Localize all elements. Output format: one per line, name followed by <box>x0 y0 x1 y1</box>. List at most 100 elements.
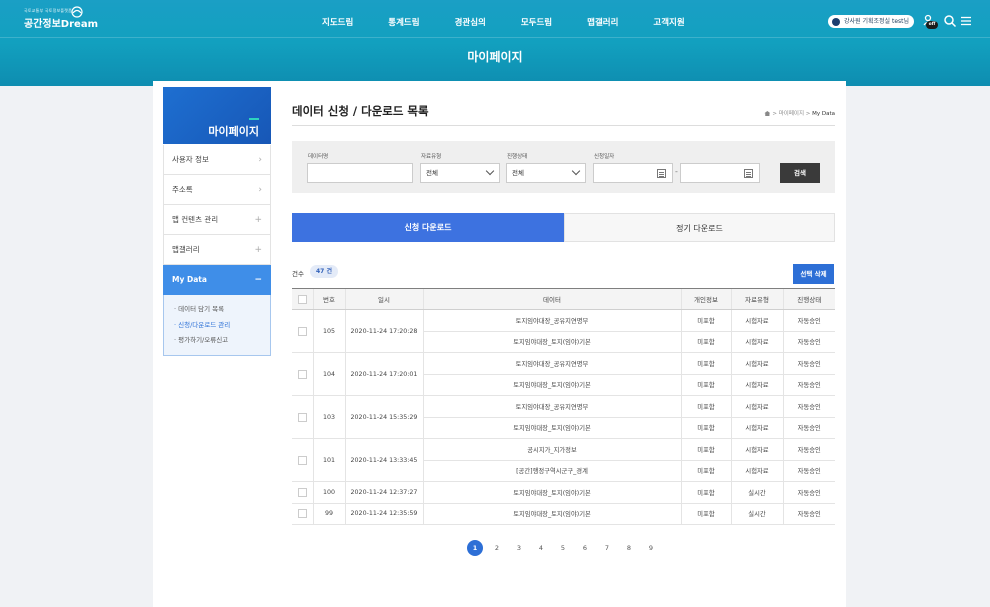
table-row[interactable]: 105 2020-11-24 17:20:28 토지임야대장_공유지연명부 미포함 시험… <box>292 309 835 353</box>
nav-gallery[interactable]: 맵갤러리 <box>587 16 618 28</box>
row-datetime: 2020-11-24 12:35:59 <box>344 503 424 525</box>
col-type[interactable]: 자료유형 <box>730 288 783 310</box>
row-datetime: 2020-11-24 17:20:01 <box>344 352 424 396</box>
row-type: 시험자료 <box>730 417 783 439</box>
search-button[interactable]: 검색 <box>780 163 820 183</box>
date-end-input[interactable] <box>680 163 760 183</box>
sidebar-accent <box>249 118 259 120</box>
content-title: 데이터 신청 / 다운로드 목록 <box>292 104 429 118</box>
nav-landscape[interactable]: 경관심의 <box>455 16 486 28</box>
data-name-input[interactable] <box>307 163 413 183</box>
row-number: 104 <box>312 352 345 396</box>
col-status[interactable]: 진행상태 <box>782 288 835 310</box>
page-link[interactable]: 1 <box>467 540 483 556</box>
table-body: 105 2020-11-24 17:20:28 토지임야대장_공유지연명부 미포함 시험… <box>292 309 835 525</box>
sidebar-submenu: · 데이터 담기 목록 · 신청/다운로드 관리 · 평가하기/오류신고 <box>163 295 271 356</box>
calendar-icon[interactable] <box>657 169 666 178</box>
site-logo[interactable]: 국토교통부 국토정보플랫폼 공간정보Dream <box>24 6 98 30</box>
nav-all[interactable]: 모두드림 <box>521 16 552 28</box>
row-checkbox[interactable] <box>297 455 307 465</box>
nav-stats[interactable]: 통계드림 <box>388 16 419 28</box>
row-data-name: 토지임야대장_공유지연명부 <box>423 352 681 375</box>
table-row[interactable]: 99 2020-11-24 12:35:59 토지임야대장_토지(임야)기본 미포함 실… <box>292 503 835 525</box>
row-checkbox[interactable] <box>297 326 307 336</box>
page-link[interactable]: 9 <box>643 540 659 556</box>
type-select[interactable]: 전체 <box>420 163 500 183</box>
row-checkbox[interactable] <box>297 369 307 379</box>
row-checkbox[interactable] <box>297 509 307 519</box>
table-row[interactable]: 100 2020-11-24 12:37:27 토지임야대장_토지(임야)기본 미포함… <box>292 481 835 504</box>
home-icon[interactable] <box>764 111 771 116</box>
row-privacy: 미포함 <box>680 395 731 418</box>
date-start-input[interactable] <box>593 163 673 183</box>
row-status: 자동승인 <box>782 503 835 525</box>
nav-map[interactable]: 지도드림 <box>322 16 353 28</box>
type-select-value: 전체 <box>426 169 438 177</box>
breadcrumb: > 마이페이지 > My Data <box>764 109 835 117</box>
sidebar-item-my-data[interactable]: My Data − <box>163 265 271 295</box>
sidebar-item-user-info[interactable]: 사용자 정보 › <box>163 145 271 175</box>
row-datetime: 2020-11-24 15:35:29 <box>344 395 424 439</box>
table-row[interactable]: 104 2020-11-24 17:20:01 토지임야대장_공유지연명부 미포함 시험… <box>292 352 835 396</box>
count-label: 건수 <box>292 270 304 278</box>
page-link[interactable]: 4 <box>533 540 549 556</box>
menu-icon[interactable] <box>959 14 973 28</box>
user-button[interactable]: 강사원 기획조정실 test님 <box>828 15 915 28</box>
sidebar-subitem-cart[interactable]: · 데이터 담기 목록 <box>174 302 270 318</box>
col-privacy[interactable]: 개인정보 <box>680 288 731 310</box>
row-number: 105 <box>312 309 345 353</box>
status-select-value: 전체 <box>512 169 524 177</box>
plus-icon: + <box>254 245 262 255</box>
chevron-right-icon: › <box>258 185 262 195</box>
row-datetime: 2020-11-24 17:20:28 <box>344 309 424 353</box>
sidebar-item-map-gallery[interactable]: 맵갤러리 + <box>163 235 271 265</box>
tab-regular-download[interactable]: 정기 다운로드 <box>564 213 835 242</box>
row-type: 시험자료 <box>730 352 783 375</box>
tab-request-download[interactable]: 신청 다운로드 <box>292 213 564 242</box>
col-datetime[interactable]: 일시 <box>344 288 423 310</box>
breadcrumb-path[interactable]: > 마이페이지 > <box>772 111 812 117</box>
row-status: 자동승인 <box>782 417 835 439</box>
row-privacy: 미포함 <box>680 438 731 461</box>
delete-selected-button[interactable]: 선택 삭제 <box>793 264 834 284</box>
sidebar-subitem-download[interactable]: · 신청/다운로드 관리 <box>174 318 270 334</box>
header-divider <box>0 37 990 38</box>
calendar-icon[interactable] <box>744 169 753 178</box>
sidebar-subitem-review[interactable]: · 평가하기/오류신고 <box>174 333 270 349</box>
page-link[interactable]: 5 <box>555 540 571 556</box>
page-link[interactable]: 2 <box>489 540 505 556</box>
sidebar-item-address-book[interactable]: 주소록 › <box>163 175 271 205</box>
sidebar-item-label: 맵갤러리 <box>172 245 200 254</box>
count-badge: 47 건 <box>310 265 338 278</box>
select-all-checkbox[interactable] <box>297 294 307 304</box>
status-select[interactable]: 전체 <box>506 163 586 183</box>
row-datetime: 2020-11-24 13:33:45 <box>344 438 424 482</box>
row-data-name: 토지임야대장_토지(임야)기본 <box>423 331 681 353</box>
table-row[interactable]: 103 2020-11-24 15:35:29 토지임야대장_공유지연명부 미포함 시험… <box>292 395 835 439</box>
row-data-name: 토지임야대장_토지(임야)기본 <box>423 417 681 439</box>
nav-support[interactable]: 고객지원 <box>653 16 684 28</box>
row-type: 시험자료 <box>730 395 783 418</box>
page-link[interactable]: 6 <box>577 540 593 556</box>
row-type: 시험자료 <box>730 331 783 353</box>
col-data[interactable]: 데이터 <box>422 288 681 310</box>
search-icon[interactable] <box>943 14 957 28</box>
off-badge[interactable]: off <box>926 21 938 29</box>
col-number[interactable]: 번호 <box>312 288 345 310</box>
page-link[interactable]: 7 <box>599 540 615 556</box>
row-status: 자동승인 <box>782 481 835 504</box>
row-privacy: 미포함 <box>680 481 731 504</box>
sidebar-item-map-contents[interactable]: 맵 컨텐츠 관리 + <box>163 205 271 235</box>
logo-subtitle: 국토교통부 국토정보플랫폼 <box>24 8 73 13</box>
row-checkbox[interactable] <box>297 412 307 422</box>
row-select-cell <box>292 352 313 396</box>
row-number: 101 <box>312 438 345 482</box>
main-nav: 지도드림 통계드림 경관심의 모두드림 맵갤러리 고객지원 <box>322 16 720 28</box>
logo-mark-icon <box>71 6 83 18</box>
plus-icon: + <box>254 215 262 225</box>
page-link[interactable]: 3 <box>511 540 527 556</box>
row-checkbox[interactable] <box>297 487 307 497</box>
table-row[interactable]: 101 2020-11-24 13:33:45 공시지가_지가정보 미포함 시험자료 자동… <box>292 438 835 482</box>
page-link[interactable]: 8 <box>621 540 637 556</box>
row-select-cell <box>292 503 313 525</box>
